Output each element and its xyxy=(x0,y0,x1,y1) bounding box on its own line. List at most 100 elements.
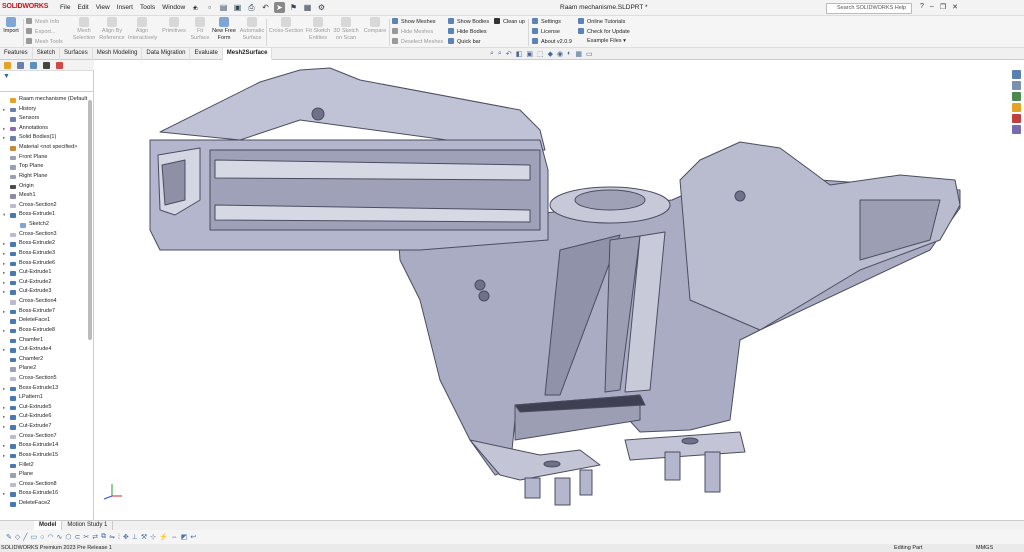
tree-item[interactable]: ▸ Cut-Extrude5 xyxy=(0,403,89,413)
previous-view-icon[interactable]: ↶ xyxy=(506,50,512,58)
tree-item[interactable]: Fillet2 xyxy=(0,461,89,471)
compare-button[interactable]: Compare xyxy=(361,17,389,35)
example-files-button[interactable]: Example Files ▾ xyxy=(587,38,626,45)
new-icon[interactable]: ▫ xyxy=(204,2,215,13)
tree-item[interactable]: ▸ Cut-Extrude6 xyxy=(0,412,89,422)
automatic-surface-button[interactable]: Automatic Surface xyxy=(238,17,266,41)
tree-item[interactable]: Cross-Section8 xyxy=(0,480,89,490)
expand-arrow-icon[interactable]: ▸ xyxy=(3,403,5,413)
tree-item[interactable]: ▸ Boss-Extrude16 xyxy=(0,489,89,499)
repair-icon[interactable]: ⚒ xyxy=(141,533,147,541)
3d-sketch-on-scan-button[interactable]: 3D Sketch on Scan xyxy=(332,17,360,41)
tree-item[interactable]: Right Plane xyxy=(0,172,89,182)
tab-evaluate[interactable]: Evaluate xyxy=(190,48,223,60)
open-icon[interactable]: ▤ xyxy=(218,2,229,13)
tab-surfaces[interactable]: Surfaces xyxy=(60,48,93,60)
tree-item[interactable]: Sketch2 xyxy=(0,220,89,230)
edit-appearance-icon[interactable]: ◐ xyxy=(567,50,571,58)
move-icon[interactable]: ✥ xyxy=(123,533,129,541)
tree-item[interactable]: ▸ Boss-Extrude15 xyxy=(0,451,89,461)
custom-properties-icon[interactable] xyxy=(1012,125,1021,134)
tree-item[interactable]: ▾ Boss-Extrude1 xyxy=(0,210,89,220)
expand-arrow-icon[interactable]: ▸ xyxy=(3,249,5,259)
tree-item[interactable]: ▸ Boss-Extrude7 xyxy=(0,307,89,317)
expand-arrow-icon[interactable]: ▸ xyxy=(3,124,5,134)
expand-arrow-icon[interactable]: ▸ xyxy=(3,326,5,336)
part-model[interactable] xyxy=(94,60,1012,520)
tree-item[interactable]: ▸ History xyxy=(0,105,89,115)
save-icon[interactable]: ▣ xyxy=(232,2,243,13)
tab-motion-study-1[interactable]: Motion Study 1 xyxy=(62,521,114,530)
options-icon[interactable]: ⚙ xyxy=(316,2,327,13)
new-free-form-button[interactable]: New Free Form xyxy=(210,17,238,41)
expand-arrow-icon[interactable]: ▸ xyxy=(3,259,5,269)
align-by-reference-button[interactable]: Align By Reference xyxy=(98,17,126,41)
instant-2d-icon[interactable]: ⇔ xyxy=(171,534,178,541)
slot-icon[interactable]: ⊂ xyxy=(74,533,80,541)
expand-arrow-icon[interactable]: ▾ xyxy=(3,210,5,220)
tree-item[interactable]: ▸ Solid Bodies(1) xyxy=(0,133,89,143)
help-icon[interactable]: ? xyxy=(920,3,924,11)
smart-dimension-icon[interactable]: ◇ xyxy=(15,533,20,541)
tree-item[interactable]: Material <not specified> xyxy=(0,143,89,153)
tree-item[interactable]: ▸ Boss-Extrude14 xyxy=(0,441,89,451)
expand-arrow-icon[interactable]: ▸ xyxy=(3,441,5,451)
tree-item[interactable]: Top Plane xyxy=(0,162,89,172)
close-icon[interactable]: ✕ xyxy=(952,3,958,11)
home-icon[interactable] xyxy=(1012,70,1021,79)
tree-item[interactable]: DeleteFace2 xyxy=(0,499,89,509)
tab-mesh2surface[interactable]: Mesh2Surface xyxy=(222,48,273,60)
display-manager-icon[interactable] xyxy=(56,62,63,69)
convert-icon[interactable]: ⇄ xyxy=(92,533,98,541)
appearances-icon[interactable] xyxy=(1012,114,1021,123)
tree-item[interactable]: ▸ Boss-Extrude13 xyxy=(0,384,89,394)
tree-item[interactable]: Cross-Section7 xyxy=(0,432,89,442)
tree-item[interactable]: Plane xyxy=(0,470,89,480)
tree-item[interactable]: Origin xyxy=(0,182,89,192)
tab-features[interactable]: Features xyxy=(0,48,33,60)
menu-tools[interactable]: Tools xyxy=(140,4,155,12)
units-selector[interactable]: MMGS xyxy=(976,544,993,552)
check-for-update-button[interactable]: Check for Update xyxy=(578,28,630,36)
tree-item[interactable]: Front Plane xyxy=(0,153,89,163)
menu-view[interactable]: View xyxy=(96,4,110,12)
mesh-info-button[interactable]: Mesh Info xyxy=(26,18,59,26)
hide-meshes-button[interactable]: Hide Meshes xyxy=(392,28,433,36)
polygon-icon[interactable]: ⬡ xyxy=(65,533,71,541)
tree-item[interactable]: Chamfer1 xyxy=(0,336,89,346)
tree-item[interactable]: ▸ Boss-Extrude6 xyxy=(0,259,89,269)
quick-bar-button[interactable]: Quick bar xyxy=(448,38,481,46)
tab-data-migration[interactable]: Data Migration xyxy=(142,48,191,60)
primitives-button[interactable]: Primitives xyxy=(160,17,188,35)
align-interactively-button[interactable]: Align Interactively xyxy=(128,17,157,41)
tree-item[interactable]: Cross-Section3 xyxy=(0,230,89,240)
about-button[interactable]: About v2.0.9 xyxy=(532,38,572,46)
tree-item[interactable]: ▸ Cut-Extrude2 xyxy=(0,278,89,288)
tree-item[interactable]: Chamfer2 xyxy=(0,355,89,365)
offset-icon[interactable]: ⧉ xyxy=(101,533,106,541)
expand-arrow-icon[interactable]: ▸ xyxy=(3,412,5,422)
clean-up-button[interactable]: Clean up xyxy=(494,18,525,26)
feature-manager-icon[interactable] xyxy=(4,62,11,69)
tree-item[interactable]: ▸ Cut-Extrude4 xyxy=(0,345,89,355)
settings-button[interactable]: Settings xyxy=(532,18,561,26)
tree-item[interactable]: Raam mechanisme (Default xyxy=(0,95,89,105)
pattern-icon[interactable]: ⁞ xyxy=(118,534,120,541)
menu-insert[interactable]: Insert xyxy=(117,4,133,12)
rectangle-icon[interactable]: ▭ xyxy=(30,533,37,541)
shaded-contours-icon[interactable]: ◩ xyxy=(181,533,188,541)
undo-icon[interactable]: ↶ xyxy=(260,2,271,13)
tree-item[interactable]: ▸ Boss-Extrude3 xyxy=(0,249,89,259)
tree-item[interactable]: ▸ Cut-Extrude3 xyxy=(0,287,89,297)
tree-item[interactable]: ▸ Cut-Extrude7 xyxy=(0,422,89,432)
online-tutorials-button[interactable]: Online Tutorials xyxy=(578,18,625,26)
expand-arrow-icon[interactable]: ▸ xyxy=(3,489,5,499)
mesh-selection-button[interactable]: Mesh Selection xyxy=(70,17,98,41)
hide-bodies-button[interactable]: Hide Bodies xyxy=(448,28,487,36)
resources-icon[interactable] xyxy=(1012,81,1021,90)
tree-item[interactable]: Sensors xyxy=(0,114,89,124)
quick-snaps-icon[interactable]: ⊹ xyxy=(150,533,156,541)
rapid-sketch-icon[interactable]: ⚡ xyxy=(159,533,168,541)
menu-file[interactable]: File xyxy=(60,4,70,12)
cross-section-button[interactable]: Cross-Section xyxy=(268,17,304,35)
